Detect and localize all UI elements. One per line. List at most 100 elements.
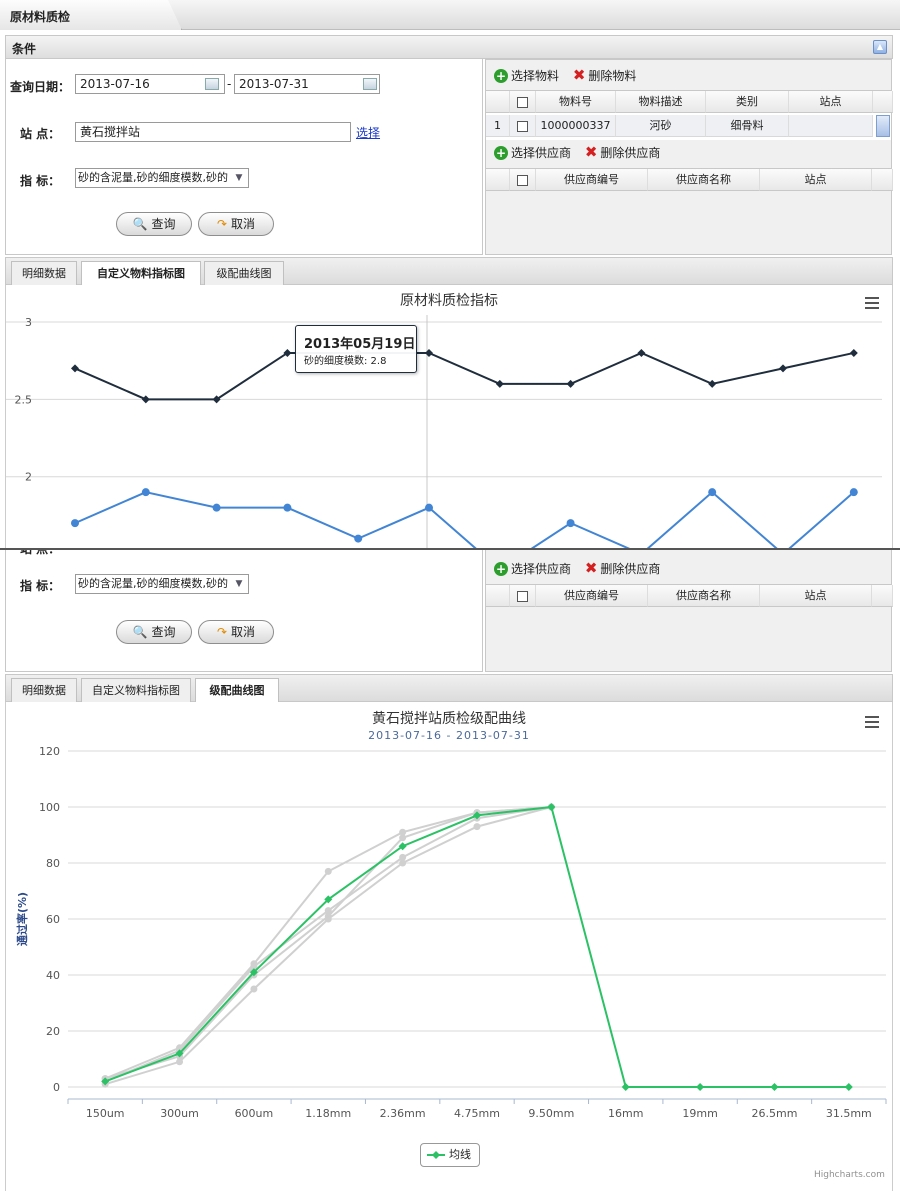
average-series-point (621, 1083, 630, 1091)
tab-grading-curve[interactable]: 级配曲线图 (195, 678, 279, 704)
indicator-chart: 原材料质检指标1.522.53 (6, 293, 882, 548)
grid-header-station[interactable]: 站点 (789, 91, 873, 113)
query-button[interactable]: 🔍 查询 (116, 620, 192, 644)
series-line-2 (74, 490, 855, 548)
delete-material-button[interactable]: ✖ 删除物料 (563, 66, 637, 84)
indicator-select[interactable]: 砂的含泥量,砂的细度模数,砂的 ▼ (75, 168, 249, 188)
grid-header-supplier-station[interactable]: 站点 (760, 169, 872, 191)
table-cell-station (789, 115, 873, 137)
grid-header-supplier-station[interactable]: 站点 (760, 585, 872, 607)
grid-header-supplier-code[interactable]: 供应商编号 (536, 585, 648, 607)
title-bar: 原材料质检 (0, 0, 900, 30)
series-point (283, 503, 292, 512)
y-tick-label: 120 (39, 745, 60, 758)
highcharts-credit[interactable]: Highcharts.com (814, 1170, 885, 1180)
add-supplier-button[interactable]: + 选择供应商 (494, 562, 571, 576)
series-point (71, 519, 79, 528)
x-tick-label: 4.75mm (454, 1107, 500, 1120)
x-tick-label: 1.18mm (305, 1107, 351, 1120)
undo-arrow-icon: ↷ (216, 217, 228, 231)
cancel-button[interactable]: ↷ 取消 (198, 620, 274, 644)
sample-series-line (104, 806, 552, 1086)
grid-header-check[interactable] (510, 169, 536, 191)
chart-subtitle: 2013-07-16 - 2013-07-31 (368, 729, 530, 742)
suppliers-pane: + 选择供应商 ✖ 删除供应商 供应商编号 供应商名称 站点 (485, 550, 893, 672)
x-tick-label: 31.5mm (826, 1107, 872, 1120)
chevron-down-icon: ▼ (235, 173, 243, 183)
grid-header-desc[interactable]: 物料描述 (616, 91, 706, 113)
tab-detail[interactable]: 明细数据 (11, 678, 77, 703)
grid-header-supplier-code[interactable]: 供应商编号 (536, 169, 648, 191)
materials-grid: 物料号 物料描述 类别 站点 1 1000000337 河砂 细骨料 (486, 90, 893, 140)
collapse-icon[interactable]: ▲ (873, 40, 887, 54)
conditions-form-partial: 站 点： 指 标： 砂的含泥量,砂的细度模数,砂的 ▼ 🔍 查询 ↷ 取消 (5, 548, 483, 672)
station-label-partial: 站 点： (20, 548, 61, 556)
date-from-value: 2013-07-16 (80, 77, 150, 91)
tab-material-chart[interactable]: 自定义物料指标图 (81, 261, 201, 287)
calendar-icon[interactable] (205, 78, 219, 90)
delete-supplier-label: 删除供应商 (600, 146, 661, 160)
add-supplier-label: 选择供应商 (511, 562, 572, 576)
chart-menu-icon[interactable] (865, 297, 879, 309)
checkbox[interactable] (517, 590, 528, 602)
grid-header-supplier-name[interactable]: 供应商名称 (648, 585, 760, 607)
date-to-input[interactable]: 2013-07-31 (234, 74, 380, 94)
calendar-icon[interactable] (363, 78, 377, 90)
tab-material-chart[interactable]: 自定义物料指标图 (81, 678, 191, 703)
scrollbar[interactable] (876, 115, 890, 137)
x-tick-label: 19mm (682, 1107, 717, 1120)
station-label: 站 点： (20, 127, 61, 141)
indicator-select[interactable]: 砂的含泥量,砂的细度模数,砂的 ▼ (75, 574, 249, 594)
series-point (425, 503, 433, 512)
page-tab[interactable]: 原材料质检 (0, 0, 182, 30)
cancel-button[interactable]: ↷ 取消 (198, 212, 274, 236)
station-input[interactable]: 黄石搅拌站 (75, 122, 351, 142)
suppliers-grid: 供应商编号 供应商名称 站点 (486, 168, 893, 254)
plus-icon: + (494, 146, 508, 160)
tab-grading-curve[interactable]: 级配曲线图 (204, 261, 284, 286)
row-check-cell[interactable] (510, 115, 536, 137)
query-button[interactable]: 🔍 查询 (116, 212, 192, 236)
screen-top: 原材料质检 条件 ▲ 查询日期： 2013-07-16 - 2013-07-31… (0, 0, 900, 548)
search-icon: 🔍 (132, 625, 148, 639)
checkbox[interactable] (517, 96, 528, 108)
table-row-index: 1 (486, 115, 510, 137)
grid-header-spacer (873, 91, 893, 113)
grid-header-category[interactable]: 类别 (706, 91, 789, 113)
chevron-down-icon: ▼ (235, 579, 243, 589)
grading-chart-box: 黄石搅拌站质检级配曲线 2013-07-16 - 2013-07-31 0 20 40 6… (5, 702, 893, 1191)
table-cell-desc: 河砂 (616, 115, 706, 137)
y-tick-label: 3 (25, 316, 32, 329)
checkbox[interactable] (517, 120, 528, 132)
y-tick-label: 0 (53, 1081, 60, 1094)
y-tick-label: 20 (46, 1025, 60, 1038)
checkbox[interactable] (517, 174, 528, 186)
search-icon: 🔍 (132, 217, 148, 231)
tab-detail[interactable]: 明细数据 (11, 261, 77, 286)
delete-supplier-button[interactable]: ✖ 删除供应商 (575, 143, 661, 161)
delete-supplier-button[interactable]: ✖ 删除供应商 (575, 559, 661, 577)
date-from-input[interactable]: 2013-07-16 (75, 74, 225, 94)
grid-header-check[interactable] (510, 91, 536, 113)
grid-header-check[interactable] (510, 585, 536, 607)
date-label: 查询日期： (10, 80, 71, 94)
series-point (566, 379, 575, 388)
legend[interactable]: 均线 (420, 1143, 480, 1167)
grid-header-supplier-name[interactable]: 供应商名称 (648, 169, 760, 191)
series-point (141, 488, 150, 497)
x-tick-label: 150um (86, 1107, 125, 1120)
sample-series-point (324, 867, 332, 875)
station-select-link[interactable]: 选择 (356, 124, 380, 141)
grid-header-code[interactable]: 物料号 (536, 91, 616, 113)
tooltip-text: 砂的细度模数: 2.8 (304, 356, 387, 367)
x-tick-label: 2.36mm (380, 1107, 426, 1120)
chart-title: 原材料质检指标 (400, 293, 498, 309)
add-material-button[interactable]: + 选择物料 (494, 69, 559, 83)
chart-menu-icon[interactable] (865, 716, 879, 728)
sample-series-point (399, 853, 407, 861)
plus-icon: + (494, 562, 508, 576)
indicator-label: 指 标： (20, 579, 61, 593)
conditions-form: 查询日期： 2013-07-16 - 2013-07-31 站 点： 黄石搅拌站… (5, 59, 483, 255)
add-supplier-button[interactable]: + 选择供应商 (494, 146, 571, 160)
sample-series-point (324, 912, 332, 920)
